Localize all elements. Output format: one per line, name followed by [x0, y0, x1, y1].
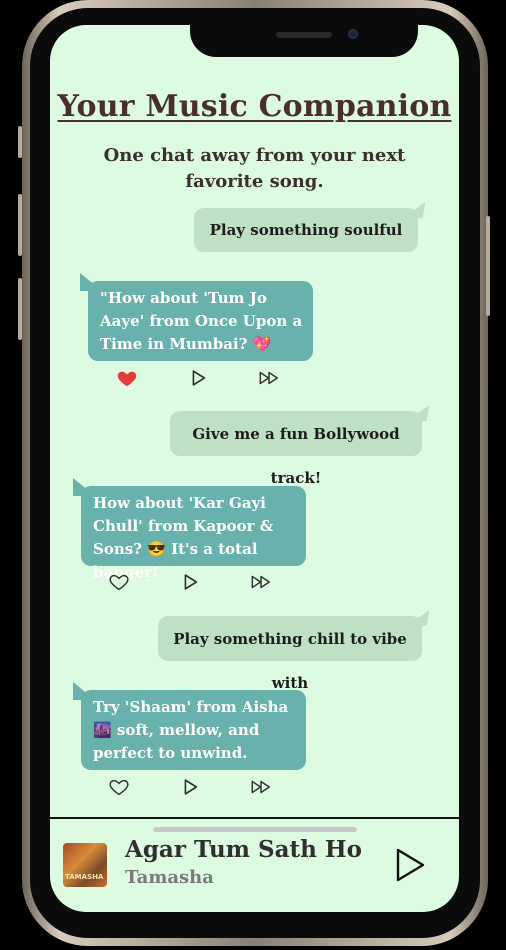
- power-button: [486, 216, 490, 316]
- bot-message: How about 'Kar Gayi Chull' from Kapoor &…: [73, 478, 306, 581]
- bot-message: Try 'Shaam' from Aisha 🌆 soft, mellow, a…: [73, 682, 306, 770]
- page-title: Your Music Companion: [57, 89, 452, 124]
- bot-message-text: "How about 'Tum Jo Aaye' from Once Upon …: [100, 289, 303, 353]
- bot-message-text: How about 'Kar Gayi Chull' from Kapoor &…: [93, 494, 274, 581]
- now-playing-title[interactable]: Agar Tum Sath Ho: [125, 836, 362, 863]
- message-controls: [116, 367, 296, 389]
- play-icon[interactable]: [187, 367, 209, 389]
- now-playing-play-button[interactable]: [394, 847, 426, 883]
- user-message: Give me a fun Bollywood track!: [170, 411, 422, 487]
- now-playing-artist: Tamasha: [125, 867, 214, 888]
- fast-forward-icon[interactable]: [250, 571, 272, 593]
- page-subtitle: One chat away from your next favorite so…: [103, 145, 406, 192]
- bot-message: "How about 'Tum Jo Aaye' from Once Upon …: [80, 273, 313, 361]
- heart-icon[interactable]: [108, 776, 130, 798]
- volume-up-button: [18, 194, 22, 256]
- heart-icon[interactable]: [108, 571, 130, 593]
- message-controls: [108, 571, 288, 593]
- play-icon[interactable]: [179, 571, 201, 593]
- volume-down-button: [18, 278, 22, 340]
- message-controls: [108, 776, 288, 798]
- play-icon[interactable]: [179, 776, 201, 798]
- drag-handle[interactable]: [153, 827, 357, 832]
- album-art[interactable]: [63, 843, 107, 887]
- front-camera: [348, 29, 358, 39]
- fast-forward-icon[interactable]: [258, 367, 280, 389]
- app-screen: Your Music Companion One chat away from …: [50, 25, 459, 912]
- notch: [190, 25, 418, 57]
- heart-icon[interactable]: [116, 367, 138, 389]
- user-message-text: Play something soulful: [209, 221, 403, 239]
- speaker-grille: [276, 32, 332, 38]
- mute-switch: [18, 126, 22, 158]
- user-message-text: Give me a fun Bollywood track!: [192, 425, 400, 487]
- now-playing-divider: [50, 817, 459, 819]
- bot-message-text: Try 'Shaam' from Aisha 🌆 soft, mellow, a…: [93, 698, 289, 762]
- user-message: Play something soulful: [194, 208, 418, 252]
- user-message-text: Play something chill to vibe with: [173, 630, 407, 692]
- user-message: Play something chill to vibe with: [158, 616, 422, 692]
- fast-forward-icon[interactable]: [250, 776, 272, 798]
